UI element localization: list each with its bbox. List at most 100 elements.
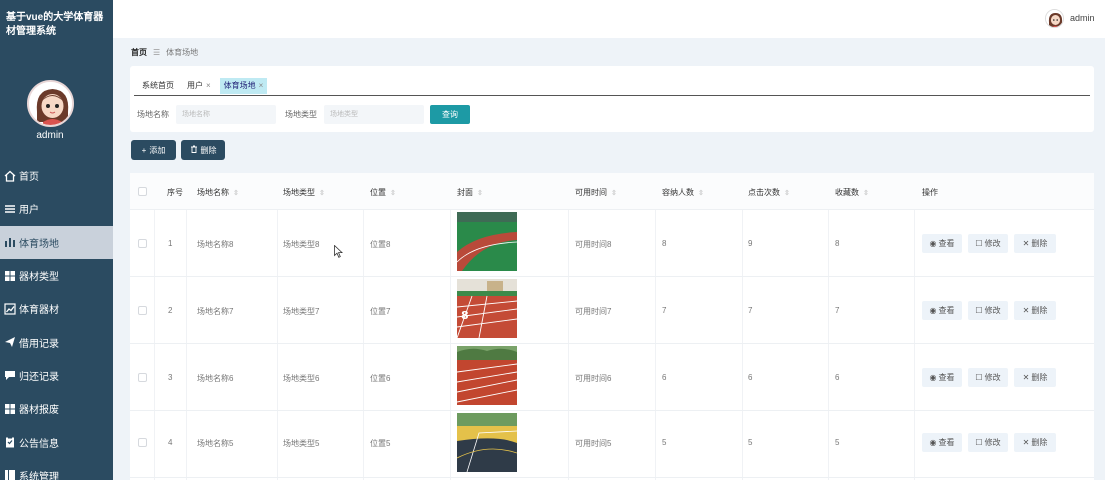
col-type[interactable]: 场地类型 ⇳ [283, 187, 325, 198]
delete-label: 删除 [200, 145, 217, 155]
venue-name-input[interactable]: 场地名称 [176, 105, 276, 124]
sidebar-item-label: 体育器材 [19, 305, 59, 317]
sidebar-menu: 首页 用户 体育场地 器材类型 体育器材 借用记录 归还记录 器材报废 公告信息… [0, 159, 113, 480]
sort-icon: ⇳ [698, 189, 704, 197]
avatar[interactable] [27, 80, 74, 127]
delete-button[interactable]: 删除 [181, 140, 225, 160]
breadcrumb: 首页 ☰ 体育场地 [131, 47, 198, 58]
sidebar-item-equipment-scrap[interactable]: 器材报废 [0, 392, 113, 425]
col-index: 序号 [167, 188, 183, 197]
view-button[interactable]: ◉ 查看 [922, 301, 962, 320]
sidebar-item-label: 归还记录 [19, 371, 59, 383]
edit-button[interactable]: ☐ 修改 [968, 433, 1008, 452]
col-cover[interactable]: 封面 ⇳ [457, 187, 483, 198]
close-icon: ✕ [1022, 239, 1030, 248]
edit-icon: ☐ [975, 438, 983, 447]
sort-icon: ⇳ [863, 189, 869, 197]
eye-icon: ◉ [929, 239, 937, 248]
edit-icon: ☐ [975, 239, 983, 248]
col-favorites[interactable]: 收藏数 ⇳ [835, 187, 869, 198]
breadcrumb-home[interactable]: 首页 [131, 47, 147, 58]
add-label: 添加 [149, 145, 166, 155]
sidebar-item-venues[interactable]: 体育场地 [0, 225, 113, 259]
sidebar-item-return-records[interactable]: 归还记录 [0, 359, 113, 392]
view-button[interactable]: ◉ 查看 [922, 368, 962, 387]
line-chart-icon [3, 302, 16, 315]
row-delete-button[interactable]: ✕ 删除 [1014, 234, 1056, 253]
row-checkbox[interactable] [138, 306, 147, 315]
tab-home[interactable]: 系统首页 [138, 78, 178, 94]
sidebar-item-label: 器材类型 [19, 272, 59, 284]
edit-icon: ☐ [975, 373, 983, 382]
row-checkbox[interactable] [138, 239, 147, 248]
sidebar-item-home[interactable]: 首页 [0, 159, 113, 192]
cover-image[interactable]: 8 [457, 279, 517, 338]
sidebar-item-borrow-records[interactable]: 借用记录 [0, 325, 113, 358]
sort-icon: ⇳ [784, 189, 790, 197]
tab-venues[interactable]: 体育场地 × [219, 78, 268, 94]
add-button[interactable]: + 添加 [131, 140, 176, 160]
sort-icon: ⇳ [477, 189, 483, 197]
row-delete-button[interactable]: ✕ 删除 [1014, 368, 1056, 387]
sort-icon: ⇳ [611, 189, 617, 197]
view-button[interactable]: ◉ 查看 [922, 433, 962, 452]
eye-icon: ◉ [929, 306, 937, 315]
sort-icon: ⇳ [233, 189, 239, 197]
eye-icon: ◉ [929, 438, 937, 447]
col-location[interactable]: 位置 ⇳ [370, 187, 396, 198]
sidebar-item-label: 首页 [19, 172, 39, 184]
venue-type-input[interactable]: 场地类型 [324, 105, 424, 124]
row-checkbox[interactable] [138, 373, 147, 382]
close-icon[interactable]: × [206, 81, 211, 90]
sort-icon: ⇳ [319, 189, 325, 197]
cell-location: 位置5 [370, 439, 391, 448]
cover-image[interactable] [457, 413, 517, 472]
view-button[interactable]: ◉ 查看 [922, 234, 962, 253]
sidebar-item-label: 用户 [19, 205, 39, 217]
row-delete-button[interactable]: ✕ 删除 [1014, 433, 1056, 452]
table-row: 3 场地名称6 场地类型6 位置6 可用时间6 6 6 6 ◉ 查看 ☐ 修改 ✕ 删… [130, 344, 1094, 411]
sidebar-item-users[interactable]: 用户 [0, 192, 113, 225]
row-checkbox[interactable] [138, 438, 147, 447]
search-button[interactable]: 查询 [430, 105, 470, 124]
sidebar-item-label: 公告信息 [19, 438, 59, 450]
book-icon [3, 469, 16, 480]
col-name[interactable]: 场地名称 ⇳ [197, 187, 239, 198]
cell-type: 场地类型6 [283, 374, 320, 383]
edit-button[interactable]: ☐ 修改 [968, 234, 1008, 253]
cell-clicks: 6 [748, 373, 753, 382]
mouse-cursor-icon [334, 244, 344, 260]
sort-icon: ⇳ [390, 189, 396, 197]
sidebar-item-announcements[interactable]: 公告信息 [0, 425, 113, 458]
home-icon [3, 169, 16, 182]
sidebar-item-equipment[interactable]: 体育器材 [0, 292, 113, 325]
cell-clicks: 5 [748, 438, 753, 447]
cell-time: 可用时间5 [575, 439, 612, 448]
col-clicks[interactable]: 点击次数 ⇳ [748, 187, 790, 198]
tab-label: 系统首页 [142, 81, 174, 90]
cell-clicks: 7 [748, 306, 753, 315]
col-capacity[interactable]: 容纳人数 ⇳ [662, 187, 704, 198]
cell-favorites: 5 [835, 438, 840, 447]
sidebar-item-equipment-types[interactable]: 器材类型 [0, 259, 113, 292]
row-delete-button[interactable]: ✕ 删除 [1014, 301, 1056, 320]
cover-image[interactable] [457, 346, 517, 405]
cell-capacity: 8 [662, 239, 667, 248]
breadcrumb-separator-icon: ☰ [153, 48, 161, 57]
header-avatar[interactable] [1045, 9, 1064, 28]
tab-users[interactable]: 用户 × [183, 78, 215, 94]
sidebar-item-system[interactable]: 系统管理 [0, 459, 113, 480]
bar-chart-icon [3, 236, 16, 249]
sidebar-username: admin [36, 130, 64, 141]
select-all-checkbox[interactable] [138, 187, 147, 196]
cell-name: 场地名称5 [197, 439, 234, 448]
close-icon[interactable]: × [259, 81, 264, 90]
sidebar-item-label: 借用记录 [19, 338, 59, 350]
header-username[interactable]: admin [1070, 13, 1095, 23]
col-time[interactable]: 可用时间 ⇳ [575, 187, 617, 198]
edit-button[interactable]: ☐ 修改 [968, 301, 1008, 320]
edit-button[interactable]: ☐ 修改 [968, 368, 1008, 387]
cell-capacity: 7 [662, 306, 667, 315]
data-table: 序号 场地名称 ⇳ 场地类型 ⇳ 位置 ⇳ 封面 ⇳ 可用时间 ⇳ 容纳人数 ⇳ 点击次数 ⇳… [130, 173, 1094, 480]
cover-image[interactable] [457, 212, 517, 271]
